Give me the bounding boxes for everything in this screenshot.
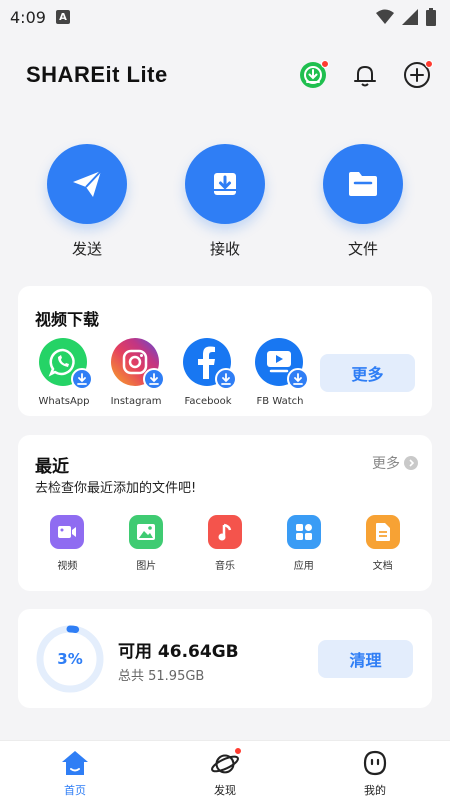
chevron-right-icon — [404, 456, 418, 470]
category-list: 视频 图片 音乐 应用 文档 — [18, 515, 432, 572]
storage-available: 可用 46.64GB — [118, 642, 239, 662]
add-icon[interactable] — [402, 60, 433, 90]
storage-percent: 3% — [57, 650, 83, 668]
nav-home-label: 首页 — [64, 783, 86, 797]
image-icon — [129, 515, 164, 549]
files-label: 文件 — [347, 240, 378, 258]
nav-profile[interactable]: 我的 — [335, 744, 415, 798]
send-button[interactable] — [47, 144, 127, 224]
nav-discover[interactable]: 发现 — [185, 744, 265, 798]
app-header: SHAREit Lite — [0, 52, 450, 98]
recent-more-label: 更多 — [372, 456, 400, 472]
category-music[interactable]: 音乐 — [190, 515, 260, 572]
quick-actions: 发送 接收 文件 — [0, 144, 450, 259]
files-button[interactable] — [323, 144, 403, 224]
category-label: 应用 — [293, 561, 314, 572]
category-document[interactable]: 文档 — [348, 515, 418, 572]
whatsapp-logo — [39, 338, 93, 390]
wifi-icon — [376, 9, 394, 24]
nav-home[interactable]: 首页 — [35, 744, 115, 798]
video-download-title: 视频下载 — [35, 310, 100, 329]
document-icon — [365, 515, 400, 549]
home-icon — [60, 748, 90, 778]
receive-icon — [214, 173, 236, 195]
platform-instagram[interactable]: Instagram — [100, 338, 172, 407]
video-icon — [50, 515, 85, 549]
category-apps[interactable]: 应用 — [269, 515, 339, 572]
receive-action[interactable]: 接收 — [175, 144, 275, 259]
download-manager-icon[interactable] — [298, 60, 329, 90]
receive-button[interactable] — [185, 144, 265, 224]
recent-title: 最近 — [35, 457, 69, 477]
discover-icon — [210, 746, 242, 778]
clean-button[interactable]: 清理 — [318, 640, 413, 678]
category-label: 文档 — [372, 561, 393, 572]
nav-profile-label: 我的 — [364, 783, 386, 797]
download-badge-icon — [287, 368, 309, 390]
app-title: SHAREit Lite — [26, 62, 168, 87]
download-badge-icon — [215, 368, 237, 390]
receive-label: 接收 — [209, 240, 240, 258]
facebook-logo — [183, 338, 237, 390]
fb-watch-logo — [255, 338, 309, 390]
apps-icon — [286, 515, 321, 549]
storage-card: 3% 可用 46.64GB 总共 51.95GB 清理 — [18, 609, 432, 708]
video-download-card: 视频下载 WhatsApp Instagram Facebook FB Watc… — [18, 286, 432, 416]
category-video[interactable]: 视频 — [32, 515, 102, 572]
instagram-logo — [111, 338, 165, 390]
platform-name: Instagram — [110, 396, 162, 407]
platform-name: Facebook — [184, 396, 232, 407]
send-action[interactable]: 发送 — [37, 144, 137, 259]
battery-icon — [426, 8, 436, 26]
status-icons — [376, 8, 436, 26]
notification-dot — [425, 60, 433, 68]
category-image[interactable]: 图片 — [111, 515, 181, 572]
video-more-button[interactable]: 更多 — [320, 354, 415, 392]
category-label: 图片 — [136, 561, 157, 572]
folder-icon — [349, 172, 377, 196]
send-label: 发送 — [71, 240, 102, 258]
platform-facebook[interactable]: Facebook — [172, 338, 244, 407]
recent-subtitle: 去检查你最近添加的文件吧! — [35, 481, 197, 496]
category-label: 视频 — [57, 561, 78, 572]
send-icon — [73, 170, 102, 197]
status-time: 4:09 — [10, 7, 46, 27]
header-actions — [298, 60, 433, 90]
music-icon — [207, 515, 242, 549]
category-label: 音乐 — [214, 561, 235, 572]
platform-list: WhatsApp Instagram Facebook FB Watch — [28, 338, 316, 407]
bell-icon[interactable] — [350, 60, 380, 90]
platform-whatsapp[interactable]: WhatsApp — [28, 338, 100, 407]
signal-icon — [402, 9, 418, 25]
platform-fb-watch[interactable]: FB Watch — [244, 338, 316, 407]
nav-discover-label: 发现 — [214, 783, 236, 797]
download-badge-icon — [71, 368, 93, 390]
files-action[interactable]: 文件 — [313, 144, 413, 259]
status-bar: 4:09 A — [0, 0, 450, 34]
notification-dot — [321, 60, 329, 68]
profile-icon — [360, 748, 390, 778]
notification-icon: A — [55, 10, 70, 24]
bottom-nav: 首页 发现 我的 — [0, 740, 450, 800]
platform-name: WhatsApp — [38, 396, 90, 407]
recent-card: 最近 更多 去检查你最近添加的文件吧! 视频 图片 音乐 应用 文档 — [18, 435, 432, 591]
platform-name: FB Watch — [256, 396, 304, 407]
storage-total: 总共 51.95GB — [118, 669, 205, 684]
recent-more-link[interactable]: 更多 — [372, 453, 418, 473]
download-badge-icon — [143, 368, 165, 390]
notification-dot — [234, 746, 242, 755]
